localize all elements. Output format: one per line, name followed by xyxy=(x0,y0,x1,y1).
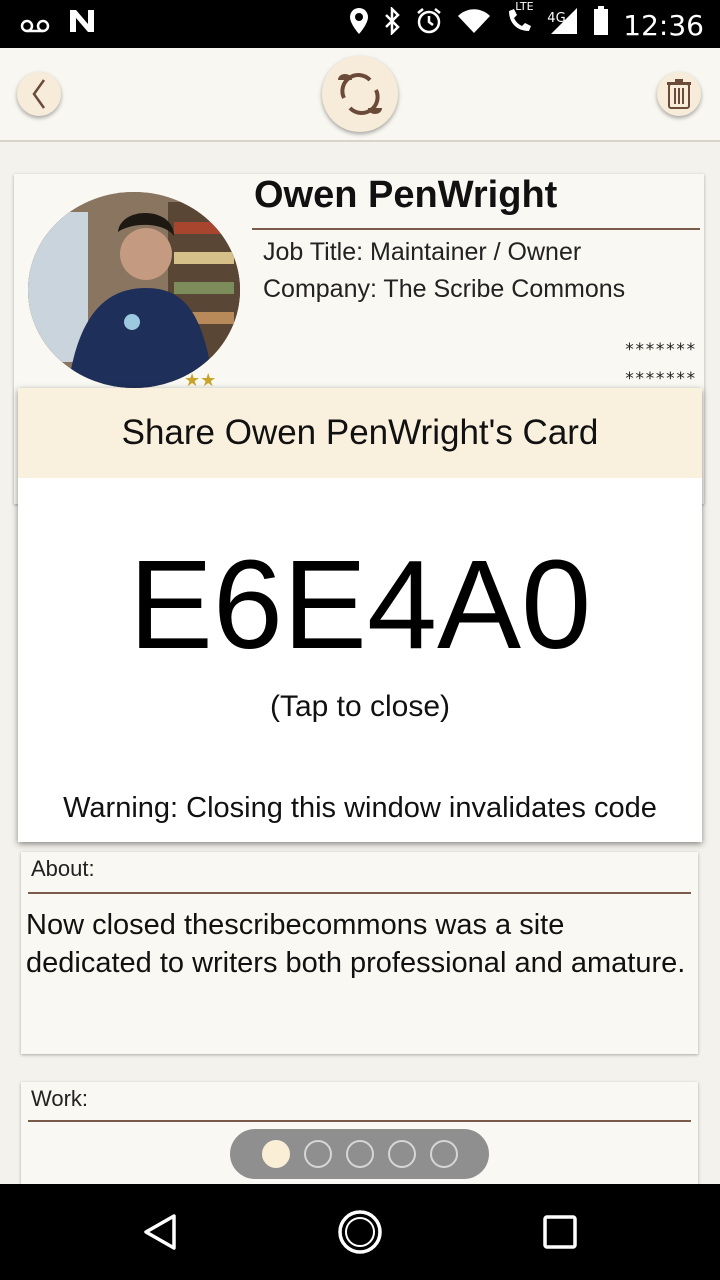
home-circle-icon xyxy=(338,1210,382,1254)
system-nav-bar xyxy=(0,1184,720,1280)
chevron-left-icon xyxy=(32,79,46,109)
company: Company: The Scribe Commons xyxy=(263,275,626,303)
about-divider xyxy=(28,892,691,894)
share-dialog[interactable]: Share Owen PenWright's Card E6E4A0 (Tap … xyxy=(18,388,702,842)
page-dot[interactable] xyxy=(387,1140,416,1168)
work-label: Work: xyxy=(31,1086,89,1111)
delete-button[interactable] xyxy=(657,72,701,116)
page-dot[interactable] xyxy=(345,1140,374,1168)
job-title: Job Title: Maintainer / Owner xyxy=(263,238,582,266)
nav-back-button[interactable] xyxy=(136,1208,184,1256)
wifi-icon xyxy=(457,8,491,44)
tap-to-close-hint[interactable]: (Tap to close) xyxy=(18,690,702,724)
share-code[interactable]: E6E4A0 xyxy=(18,540,702,670)
back-button[interactable] xyxy=(17,72,61,116)
voicemail-icon xyxy=(20,8,50,44)
warning-text: Warning: Closing this window invalidates… xyxy=(63,792,657,824)
sync-icon xyxy=(338,73,382,115)
page-dot[interactable] xyxy=(429,1140,458,1168)
share-dialog-title: Share Owen PenWright's Card xyxy=(18,388,702,478)
about-label: About: xyxy=(31,856,95,881)
bluetooth-icon xyxy=(383,5,401,45)
sync-button[interactable] xyxy=(322,56,398,132)
battery-icon xyxy=(593,6,609,46)
nav-home-button[interactable] xyxy=(336,1208,384,1256)
n-app-icon xyxy=(68,8,96,44)
about-section: About: Now closed thescribecommons was a… xyxy=(21,852,698,1054)
work-divider xyxy=(28,1120,691,1122)
about-text: Now closed thescribecommons was a site d… xyxy=(26,909,686,979)
page-dot[interactable] xyxy=(303,1140,332,1168)
page-indicator[interactable] xyxy=(230,1129,489,1179)
lte-call-icon: LTE xyxy=(505,1,535,45)
status-bar: LTE 4G 12:36 xyxy=(0,0,720,48)
name-divider xyxy=(252,228,700,230)
trash-icon xyxy=(667,79,691,109)
page-dot-active[interactable] xyxy=(261,1140,290,1168)
masked-field: ******* xyxy=(624,369,696,389)
back-triangle-icon xyxy=(144,1214,176,1250)
cell-signal-icon: 4G xyxy=(547,7,579,45)
clock: 12:36 xyxy=(623,9,704,42)
profile-name: Owen PenWright xyxy=(254,174,558,216)
recents-square-icon xyxy=(543,1215,577,1249)
avatar xyxy=(28,192,240,388)
location-icon xyxy=(349,7,369,45)
alarm-icon xyxy=(415,7,443,45)
masked-field: ******* xyxy=(624,340,696,360)
top-app-bar xyxy=(0,48,720,142)
nav-recents-button[interactable] xyxy=(536,1208,584,1256)
